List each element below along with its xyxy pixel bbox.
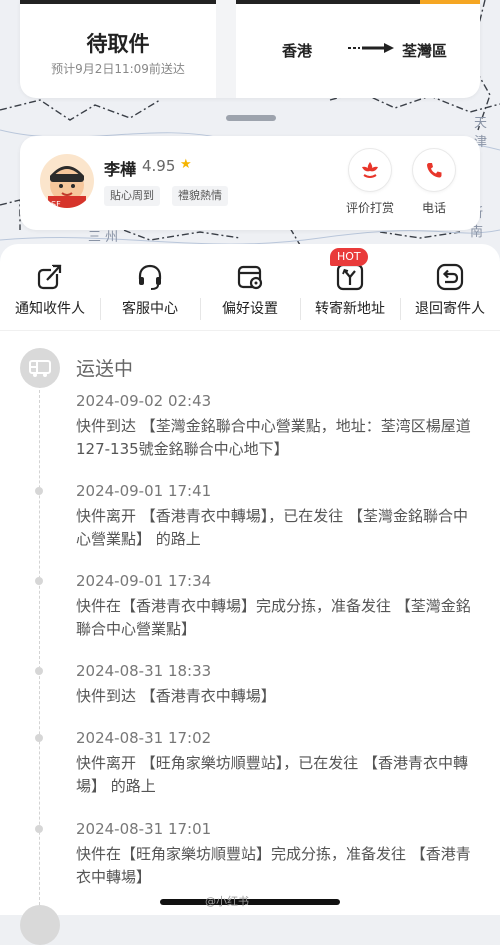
courier-rating: 4.95 xyxy=(142,157,176,175)
tool-label: 客服中心 xyxy=(122,301,178,317)
timeline-event: 2024-09-02 02:43 快件到达 【荃灣金銘聯合中心營業點，地址：荃湾… xyxy=(76,391,480,461)
timeline-event: 2024-09-01 17:41 快件离开 【香港青衣中轉場】，已在发往 【荃灣… xyxy=(76,481,480,551)
event-time: 2024-08-31 17:02 xyxy=(76,729,212,747)
timeline-event: 2024-08-31 17:02 快件离开 【旺角家樂坊順豐站】，已在发往 【香… xyxy=(76,728,480,798)
timeline-dot xyxy=(35,577,43,585)
call-button[interactable]: 电话 xyxy=(406,148,462,216)
event-time: 2024-08-31 17:01 xyxy=(76,820,212,838)
event-description: 快件到达 【香港青衣中轉場】 xyxy=(76,687,276,705)
timeline-event: 2024-09-01 17:34 快件在【香港青衣中轉場】完成分拣，准备发往 【… xyxy=(76,571,480,641)
headset-icon xyxy=(138,264,162,290)
divider xyxy=(0,330,500,331)
event-description: 快件离开 【旺角家樂坊順豐站】，已在发往 【香港青衣中轉場】 的路上 xyxy=(76,754,469,795)
return-icon xyxy=(436,263,464,291)
notify-recipient-button[interactable]: 通知收件人 xyxy=(0,258,100,318)
timeline-status-title: 运送中 xyxy=(76,358,134,380)
timeline-dot xyxy=(35,825,43,833)
hot-badge: HOT xyxy=(330,248,368,266)
tool-label: 退回寄件人 xyxy=(415,301,485,317)
route-origin: 香港 xyxy=(282,42,313,60)
timeline-line xyxy=(39,385,40,915)
event-description: 快件到达 【荃灣金銘聯合中心營業點，地址：荃湾区楊屋道127-135號金銘聯合中… xyxy=(76,417,471,458)
rating-star-icon: ★ xyxy=(180,157,192,172)
truck-icon xyxy=(29,360,51,377)
courier-avatar[interactable]: SF xyxy=(40,154,94,208)
timeline-status-icon xyxy=(20,905,60,945)
drag-handle[interactable] xyxy=(226,115,276,121)
share-icon xyxy=(37,264,62,290)
event-time: 2024-08-31 18:33 xyxy=(76,662,212,680)
preferences-icon xyxy=(237,265,263,290)
timeline-dot xyxy=(35,667,43,675)
route-info: 香港 荃灣區 xyxy=(236,0,480,98)
redirect-button[interactable]: 转寄新地址 xyxy=(300,258,400,318)
watermark: @小红书 xyxy=(205,895,249,908)
timeline-dot xyxy=(35,734,43,742)
event-time: 2024-09-01 17:41 xyxy=(76,482,212,500)
courier-card: SF 李樺 4.95 ★ 貼心周到 禮貌熱情 评价打赏 电话 xyxy=(20,136,480,230)
phone-icon xyxy=(427,163,442,178)
redirect-icon xyxy=(336,263,364,291)
tip-button[interactable]: 评价打赏 xyxy=(342,148,398,216)
customer-service-button[interactable]: 客服中心 xyxy=(100,258,200,318)
route-arrow-icon xyxy=(348,43,394,53)
preferences-button[interactable]: 偏好设置 xyxy=(200,258,300,318)
event-time: 2024-09-01 17:34 xyxy=(76,572,212,590)
tool-label: 转寄新地址 xyxy=(315,301,385,317)
timeline-event: 2024-08-31 17:01 快件在【旺角家樂坊順豐站】完成分拣，准备发往 … xyxy=(76,819,480,889)
courier-name: 李樺 xyxy=(104,160,137,179)
timeline-event: 2024-08-31 18:33 快件到达 【香港青衣中轉場】 xyxy=(76,661,480,708)
event-time: 2024-09-02 02:43 xyxy=(76,392,212,410)
estimated-delivery: 预计9月2日11:09前送达 xyxy=(51,62,185,76)
in-transit-status-icon xyxy=(20,348,60,388)
home-indicator[interactable] xyxy=(160,899,340,905)
delivery-status-card: 待取件 预计9月2日11:09前送达 香港 荃灣區 xyxy=(20,0,480,98)
quick-actions-bar: 通知收件人 客服中心 偏好设置 转寄新地址 退回寄件人 HOT xyxy=(0,248,500,320)
event-description: 快件离开 【香港青衣中轉場】，已在发往 【荃灣金銘聯合中心營業點】 的路上 xyxy=(76,507,469,548)
divider xyxy=(216,0,236,98)
call-label: 电话 xyxy=(421,201,446,215)
return-to-sender-button[interactable]: 退回寄件人 xyxy=(400,258,500,318)
timeline-dot xyxy=(35,487,43,495)
courier-avatar-icon: SF xyxy=(48,166,86,208)
tip-flower-icon xyxy=(362,162,378,178)
courier-tag: 貼心周到 xyxy=(104,186,160,206)
tip-label: 评价打赏 xyxy=(345,201,394,215)
courier-tag: 禮貌熱情 xyxy=(172,186,228,206)
event-description: 快件在【香港青衣中轉場】完成分拣，准备发往 【荃灣金銘聯合中心營業點】 xyxy=(76,597,471,638)
tool-label: 偏好设置 xyxy=(222,301,278,317)
tool-label: 通知收件人 xyxy=(15,301,85,317)
route-destination: 荃灣區 xyxy=(402,42,448,60)
event-description: 快件在【旺角家樂坊順豐站】完成分拣，准备发往 【香港青衣中轉場】 xyxy=(76,845,471,886)
status-summary: 待取件 预计9月2日11:09前送达 xyxy=(20,0,216,98)
svg-text:SF: SF xyxy=(51,200,61,208)
status-title: 待取件 xyxy=(86,32,150,56)
